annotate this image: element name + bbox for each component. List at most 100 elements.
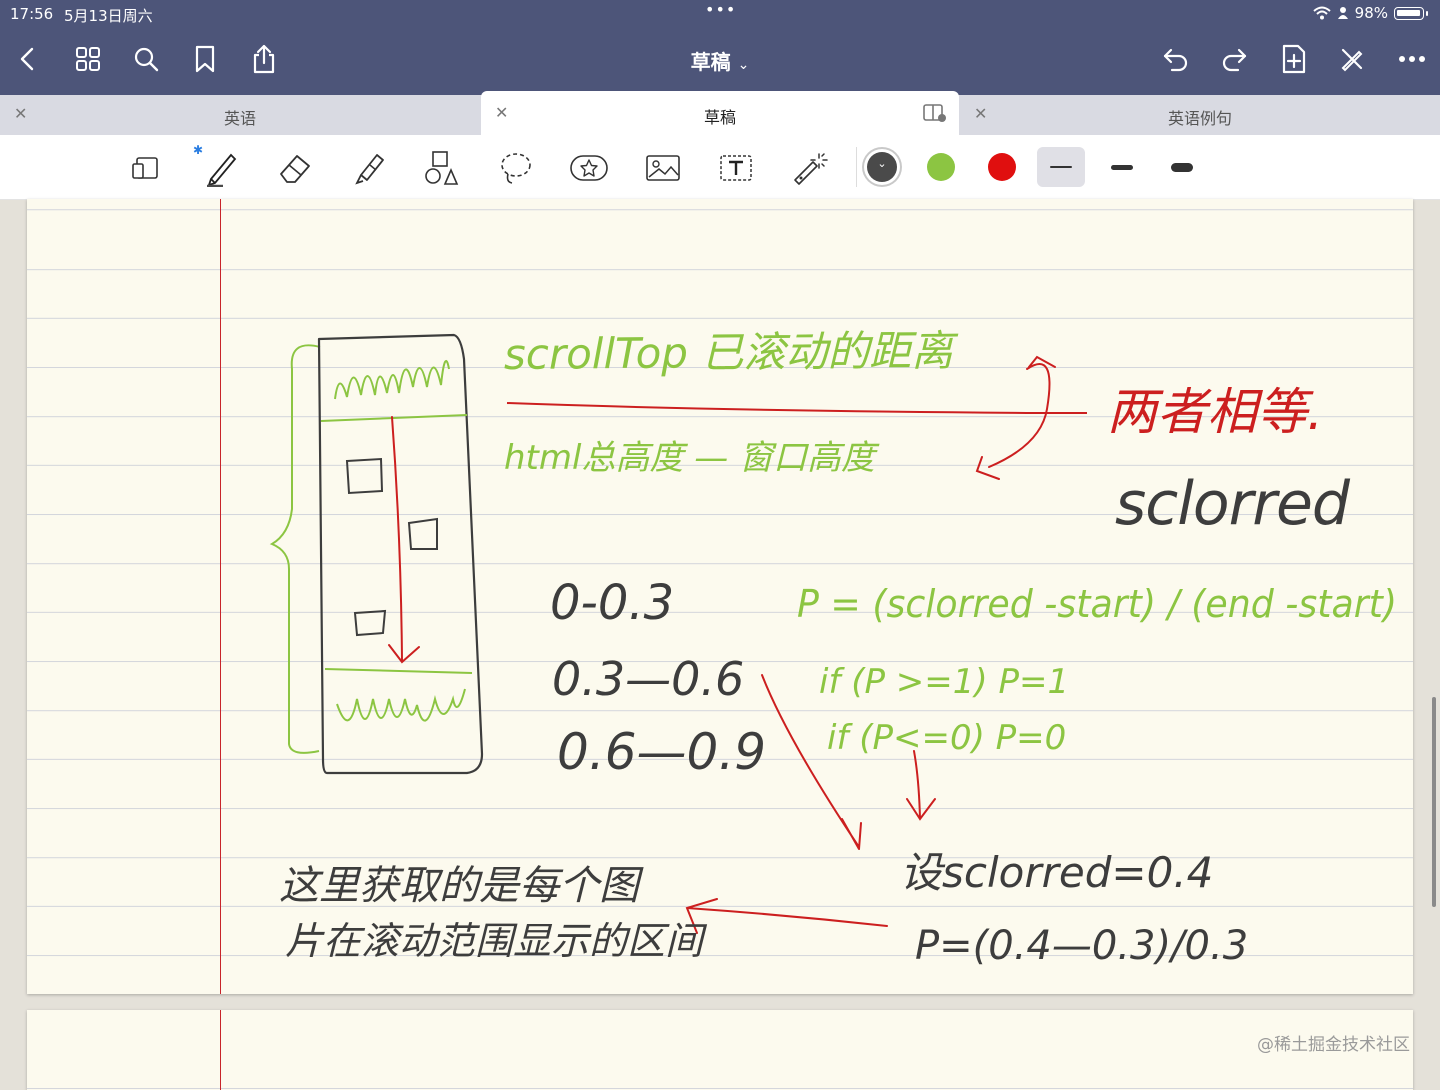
more-icon	[1399, 56, 1425, 62]
search-button[interactable]	[126, 36, 166, 82]
tab-label: 草稿	[703, 108, 736, 127]
pen-icon	[207, 153, 237, 187]
range-2: 0.3—0.6	[552, 652, 744, 706]
battery-cap	[1426, 10, 1428, 16]
share-icon	[253, 44, 275, 74]
chevron-down-icon: ⌄	[877, 157, 887, 170]
green-line-2: html总高度 — 窗口高度	[504, 438, 880, 478]
toolbar-toggle-button[interactable]	[1332, 36, 1372, 82]
condition-2: if (P<=0) P=0	[827, 718, 1066, 758]
tab-english-examples[interactable]: ✕ 英语例句	[960, 95, 1440, 135]
green-line-1: scrollTop 已滚动的距离	[504, 326, 960, 379]
battery-icon	[1394, 6, 1424, 20]
green-bracket	[269, 344, 321, 754]
scrollbar[interactable]	[1432, 697, 1436, 907]
toolbar-divider	[856, 147, 857, 187]
share-button[interactable]	[244, 36, 284, 82]
thin-line-icon	[1050, 166, 1072, 168]
text-tool[interactable]	[713, 145, 759, 191]
red-arrow-left	[685, 898, 888, 934]
more-button[interactable]	[1392, 36, 1432, 82]
highlighter-tool[interactable]	[346, 145, 392, 191]
tab-bar: ✕ 英语 ✕ 草稿 ✕ 英语例句	[0, 91, 1440, 135]
document-title-text: 草稿	[690, 50, 731, 74]
highlighter-icon	[355, 154, 384, 185]
explain-line-1: 这里获取的是每个图	[279, 863, 644, 909]
handwriting-canvas: scrollTop 已滚动的距离 html总高度 — 窗口高度 两者相等. sc…	[269, 326, 1397, 969]
image-tool[interactable]	[640, 145, 686, 191]
stroke-thin[interactable]	[1037, 147, 1085, 187]
shapes-icon	[425, 151, 459, 185]
image-box-1	[345, 457, 384, 495]
eraser-tool[interactable]	[272, 145, 318, 191]
lasso-tool[interactable]	[493, 145, 539, 191]
shape-detect-tool[interactable]	[124, 145, 170, 191]
sticker-tool[interactable]	[566, 145, 612, 191]
color-swatch-green[interactable]	[927, 153, 955, 181]
bookmark-button[interactable]	[185, 36, 225, 82]
variable-name: sclorred	[1115, 469, 1351, 539]
condition-1: if (P >=1) P=1	[819, 662, 1069, 702]
range-3: 0.6—0.9	[557, 723, 766, 781]
battery-percent: 98%	[1354, 4, 1388, 22]
undo-button[interactable]	[1156, 36, 1196, 82]
nav-bar: 草稿 ⌄	[0, 36, 1440, 82]
image-box-2	[407, 517, 438, 550]
notebook-page[interactable]: scrollTop 已滚动的距离 html总高度 — 窗口高度 两者相等. sc…	[27, 199, 1413, 994]
bottom-wave	[336, 688, 466, 722]
thumbnails-button[interactable]	[68, 36, 108, 82]
sticker-icon	[570, 155, 608, 181]
wifi-icon	[1312, 6, 1331, 20]
back-button[interactable]	[8, 36, 48, 82]
next-notebook-page[interactable]	[27, 1010, 1413, 1090]
stroke-medium[interactable]	[1098, 147, 1146, 187]
laser-pointer-tool[interactable]	[787, 145, 833, 191]
tab-draft[interactable]: ✕ 草稿	[481, 91, 959, 135]
tab-label: 英语	[223, 109, 256, 128]
device-icon	[132, 157, 158, 179]
explain-line-2: 片在滚动范围显示的区间	[285, 919, 708, 963]
red-conclusion: 两者相等.	[1107, 383, 1323, 441]
bookmark-icon	[195, 45, 215, 73]
tab-label: 英语例句	[1167, 109, 1232, 128]
stroke-thick[interactable]	[1158, 147, 1206, 187]
color-swatch-red[interactable]	[988, 153, 1016, 181]
status-bar: 17:56 5月13日周六 ••• 98%	[0, 0, 1440, 28]
pen-tool[interactable]	[198, 145, 244, 191]
status-right: 98%	[1312, 4, 1428, 22]
image-icon	[646, 155, 680, 181]
eraser-icon	[280, 155, 310, 183]
shapes-tool[interactable]	[419, 145, 465, 191]
drawing-toolbar: ✱ ⌄	[0, 135, 1440, 200]
image-box-3	[353, 609, 387, 637]
range-1: 0-0.3	[550, 575, 674, 631]
thick-line-icon	[1171, 162, 1193, 172]
red-brace	[975, 355, 1056, 480]
multitasking-dots-icon[interactable]: •••	[705, 0, 736, 19]
split-view-icon[interactable]	[923, 103, 947, 123]
medium-line-icon	[1111, 164, 1133, 170]
laser-pointer-icon	[794, 153, 828, 185]
tab-english[interactable]: ✕ 英语	[0, 95, 480, 135]
red-scroll-arrow	[388, 416, 420, 664]
color-swatch-dark[interactable]: ⌄	[867, 152, 897, 182]
text-icon	[720, 155, 752, 181]
bottom-band-line	[324, 668, 473, 674]
calculation: P=(0.4—0.3)/0.3	[915, 923, 1248, 969]
chevron-left-icon	[20, 47, 34, 71]
redo-button[interactable]	[1214, 36, 1254, 82]
add-page-button[interactable]	[1274, 36, 1314, 82]
add-page-icon	[1282, 44, 1306, 74]
watermark: @稀土掘金技术社区	[1257, 1035, 1410, 1055]
formula: P = (sclorred -start) / (end -start)	[797, 582, 1397, 626]
assumption: 设sclorred=0.4	[900, 848, 1213, 897]
search-icon	[134, 47, 159, 72]
status-date: 5月13日周六	[64, 7, 153, 25]
red-arrow-down	[906, 750, 936, 821]
red-underline	[506, 402, 1087, 414]
document-title-button[interactable]: 草稿 ⌄	[691, 50, 750, 74]
top-wave	[334, 359, 450, 400]
undo-icon	[1163, 48, 1188, 72]
redo-icon	[1222, 48, 1247, 72]
status-time: 17:56	[10, 5, 54, 23]
